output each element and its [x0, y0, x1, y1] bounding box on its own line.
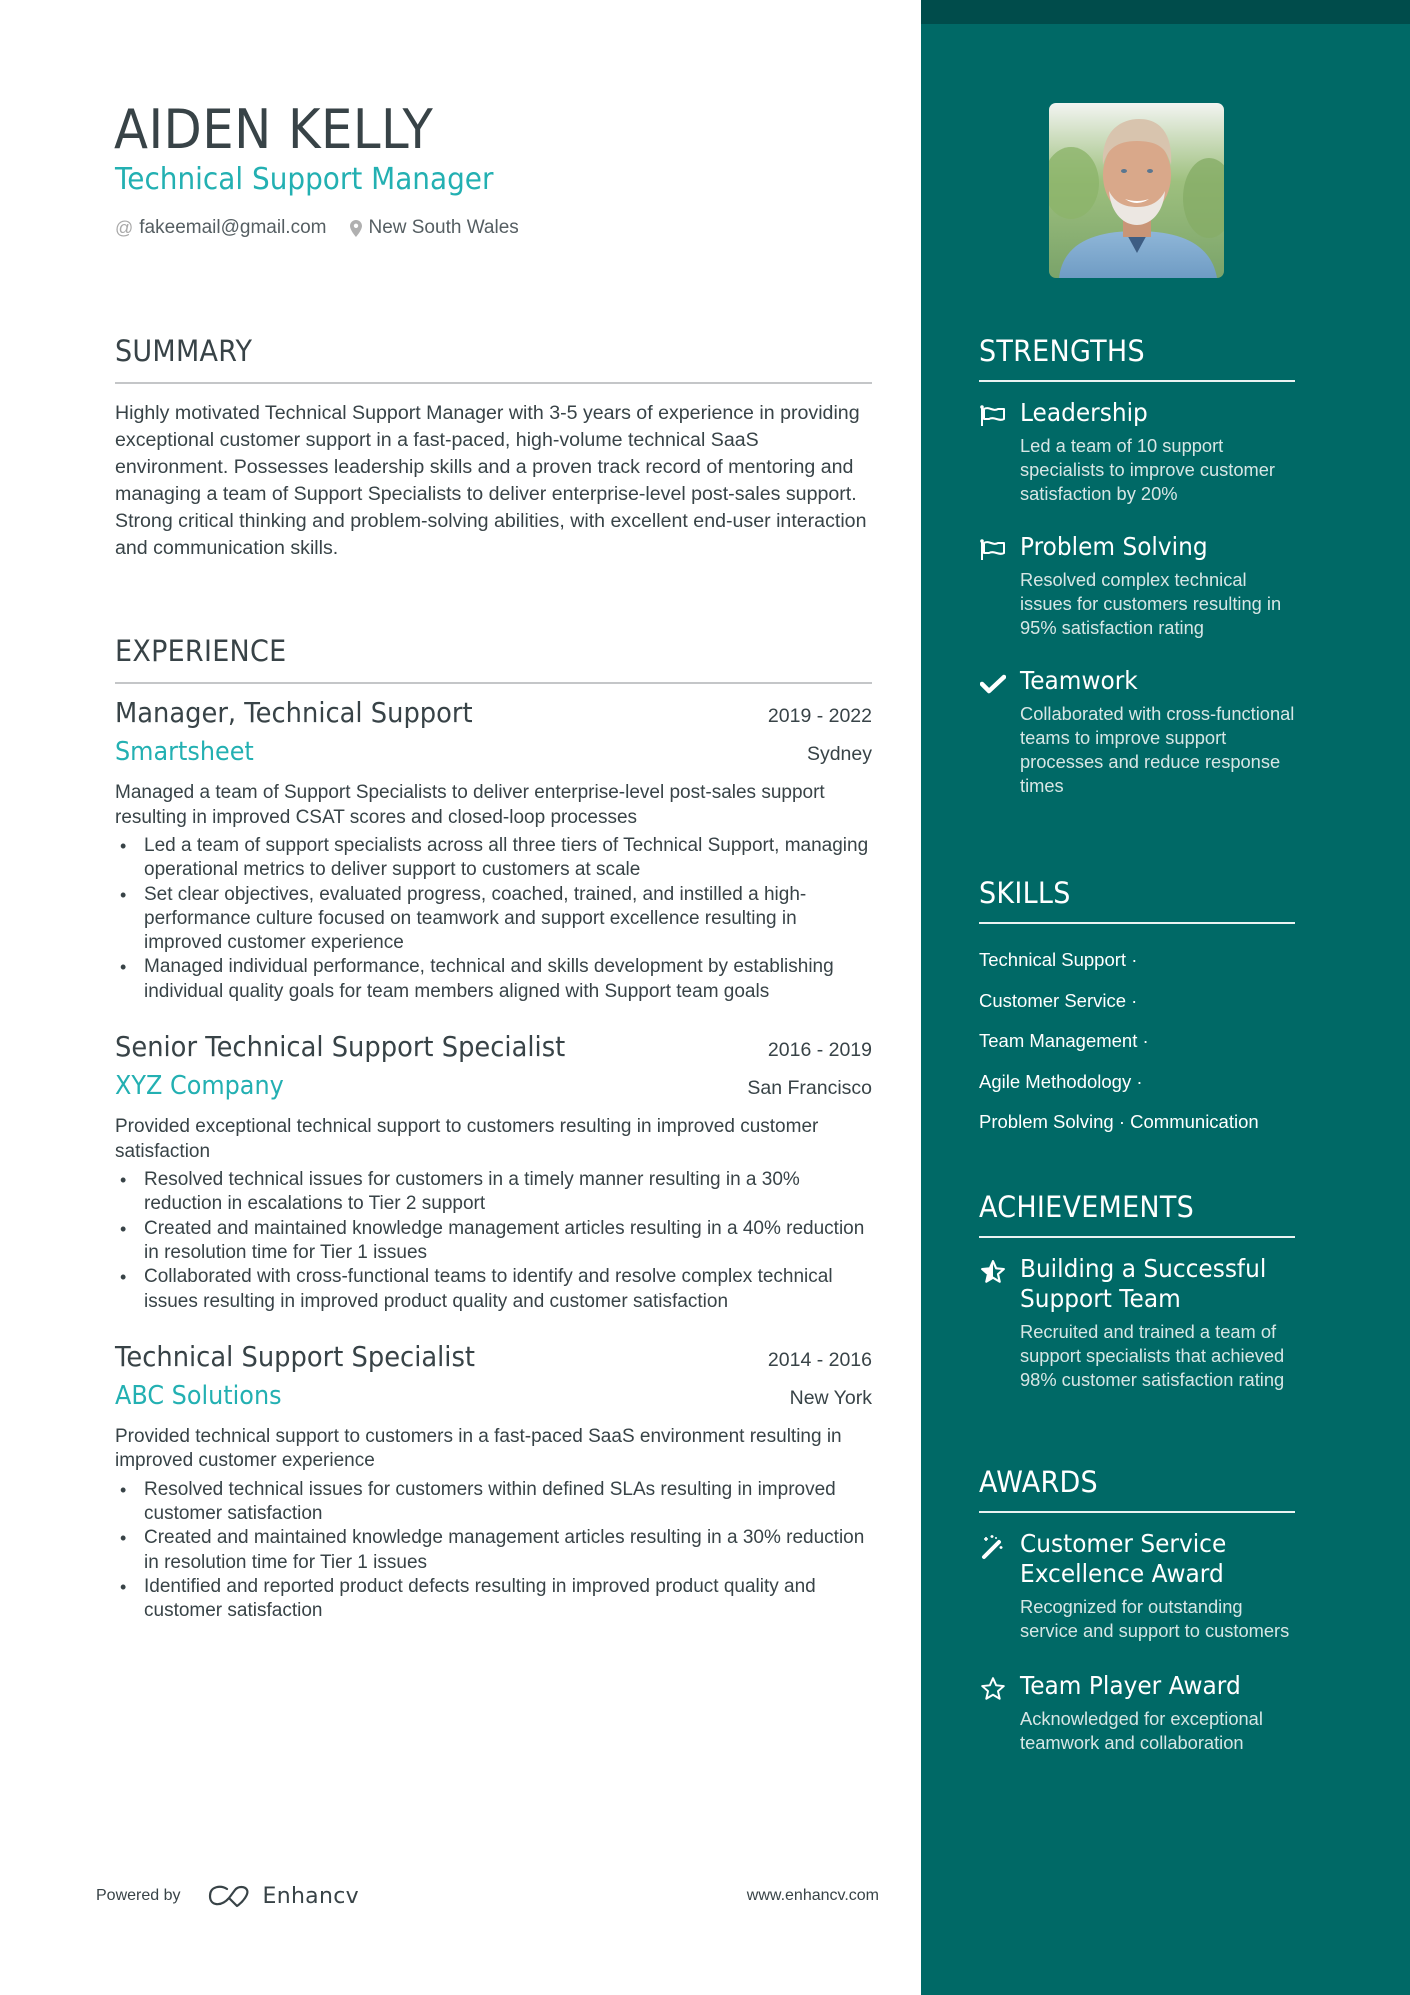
strength-title: Teamwork: [1020, 666, 1138, 695]
job-company: XYZ Company: [115, 1071, 284, 1102]
skills-heading: SKILLS: [979, 876, 1071, 910]
award-item: Customer Service Excellence Award Recogn…: [979, 1529, 1295, 1643]
job-entry: Manager, Technical Support 2019 - 2022 S…: [115, 696, 872, 1004]
skill-item: Agile Methodology ·: [979, 1070, 1143, 1092]
job-role: Manager, Technical Support: [115, 696, 473, 729]
job-bullet: Resolved technical issues for customers …: [115, 1478, 872, 1527]
checkmark-icon: [979, 670, 1007, 698]
awards-section: AWARDS Customer Service Excellence Award…: [979, 1465, 1295, 1755]
job-bullet: Identified and reported product defects …: [115, 1575, 872, 1624]
summary-divider: [115, 382, 872, 384]
job-entry: Technical Support Specialist 2014 - 2016…: [115, 1340, 872, 1624]
enhancv-brand: Enhancv: [262, 1883, 359, 1909]
experience-divider: [115, 682, 872, 684]
enhancv-logo[interactable]: Enhancv: [207, 1884, 359, 1909]
main-column: AIDEN KELLY Technical Support Manager @ …: [0, 0, 921, 1995]
location-contact: New South Wales: [350, 217, 519, 239]
job-entry: Senior Technical Support Specialist 2016…: [115, 1030, 872, 1314]
job-bullet: Resolved technical issues for customers …: [115, 1168, 872, 1217]
job-company: Smartsheet: [115, 737, 254, 767]
skills-divider: [979, 922, 1295, 924]
strength-title: Problem Solving: [1020, 532, 1208, 561]
map-pin-icon: [350, 219, 363, 237]
at-icon: @: [115, 217, 134, 238]
skill-item: Customer Service ·: [979, 989, 1138, 1011]
skills-list: Technical Support · Customer Service · T…: [979, 940, 1295, 1143]
achievement-title: Building a Successful Support Team: [1020, 1254, 1267, 1313]
awards-heading: AWARDS: [979, 1465, 1098, 1499]
star-outline-icon: [979, 1675, 1007, 1703]
awards-divider: [979, 1511, 1295, 1513]
summary-section: SUMMARY Highly motivated Technical Suppo…: [115, 334, 872, 562]
strength-description: Resolved complex technical issues for cu…: [1020, 569, 1282, 638]
job-dates: 2019 - 2022: [767, 705, 872, 727]
summary-heading: SUMMARY: [115, 334, 253, 368]
candidate-title: Technical Support Manager: [115, 162, 494, 197]
summary-text: Highly motivated Technical Support Manag…: [115, 402, 867, 559]
strengths-divider: [979, 380, 1295, 382]
job-location: San Francisco: [747, 1077, 872, 1100]
footer: Powered by Enhancv www.enhancv.com: [96, 1878, 879, 1914]
skills-section: SKILLS Technical Support · Customer Serv…: [979, 876, 1295, 1143]
job-company: ABC Solutions: [115, 1380, 282, 1411]
job-bullet: Created and maintained knowledge managem…: [115, 1526, 872, 1575]
job-description: Provided exceptional technical support t…: [115, 1116, 819, 1162]
enhancv-logo-icon: [208, 1885, 248, 1908]
achievements-divider: [979, 1236, 1295, 1238]
job-bullet: Set clear objectives, evaluated progress…: [115, 883, 872, 956]
contact-info: @ fakeemail@gmail.com New South Wales: [115, 217, 543, 239]
strength-title: Leadership: [1020, 398, 1148, 427]
candidate-name: AIDEN KELLY: [114, 98, 434, 161]
award-title: Customer Service Excellence Award: [1020, 1529, 1227, 1588]
profile-photo: [1049, 103, 1224, 278]
website-link[interactable]: www.enhancv.com: [747, 1887, 879, 1905]
job-role: Technical Support Specialist: [115, 1339, 475, 1373]
job-bullets: Resolved technical issues for customers …: [115, 1168, 872, 1314]
star-half-icon: [979, 1258, 1007, 1286]
award-title: Team Player Award: [1020, 1671, 1241, 1700]
skill-item: Team Management ·: [979, 1030, 1149, 1051]
job-description: Provided technical support to customers …: [115, 1425, 842, 1472]
strength-item: Problem Solving Resolved complex technic…: [979, 532, 1295, 640]
strength-description: Led a team of 10 support specialists to …: [1020, 435, 1276, 504]
job-bullets: Resolved technical issues for customers …: [115, 1478, 872, 1624]
strengths-section: STRENGTHS Leadership Led a team of 10 su…: [979, 334, 1295, 798]
job-bullets: Led a team of support specialists across…: [115, 834, 872, 1004]
award-description: Acknowledged for exceptional teamwork an…: [1020, 1708, 1263, 1753]
job-description: Managed a team of Support Specialists to…: [115, 782, 825, 828]
job-bullet: Managed individual performance, technica…: [115, 955, 872, 1004]
skill-item: Technical Support ·: [979, 949, 1138, 970]
job-bullet: Led a team of support specialists across…: [115, 834, 872, 883]
award-description: Recognized for outstanding service and s…: [1020, 1596, 1290, 1641]
achievements-heading: ACHIEVEMENTS: [979, 1190, 1195, 1224]
sidebar-top-band: [921, 0, 1410, 24]
powered-by: Powered by Enhancv: [96, 1884, 359, 1909]
email-text: fakeemail@gmail.com: [139, 217, 327, 238]
experience-section: EXPERIENCE Manager, Technical Support 20…: [115, 634, 872, 1624]
magic-wand-icon: [979, 1533, 1007, 1561]
strength-item: Leadership Led a team of 10 support spec…: [979, 398, 1295, 506]
email-contact[interactable]: @ fakeemail@gmail.com: [115, 217, 326, 239]
skill-item: Problem Solving · Communication: [979, 1111, 1259, 1132]
job-location: New York: [789, 1386, 872, 1409]
powered-by-label: Powered by: [96, 1887, 181, 1904]
job-location: Sydney: [806, 743, 872, 765]
job-dates: 2016 - 2019: [767, 1039, 872, 1062]
job-bullet: Collaborated with cross-functional teams…: [115, 1265, 872, 1314]
award-item: Team Player Award Acknowledged for excep…: [979, 1671, 1295, 1755]
flag-icon: [979, 536, 1007, 564]
achievements-section: ACHIEVEMENTS Building a Successful Suppo…: [979, 1190, 1295, 1392]
achievement-item: Building a Successful Support Team Recru…: [979, 1254, 1295, 1392]
job-role: Senior Technical Support Specialist: [115, 1030, 566, 1064]
job-bullet: Created and maintained knowledge managem…: [115, 1217, 872, 1266]
strength-description: Collaborated with cross-functional teams…: [1020, 703, 1295, 796]
job-dates: 2014 - 2016: [767, 1348, 872, 1371]
sidebar: STRENGTHS Leadership Led a team of 10 su…: [921, 0, 1410, 1995]
location-text: New South Wales: [368, 217, 519, 238]
achievement-description: Recruited and trained a team of support …: [1020, 1321, 1285, 1390]
strength-item: Teamwork Collaborated with cross-functio…: [979, 666, 1295, 798]
strengths-heading: STRENGTHS: [979, 334, 1145, 368]
flag-icon: [979, 402, 1007, 430]
experience-heading: EXPERIENCE: [115, 634, 287, 668]
